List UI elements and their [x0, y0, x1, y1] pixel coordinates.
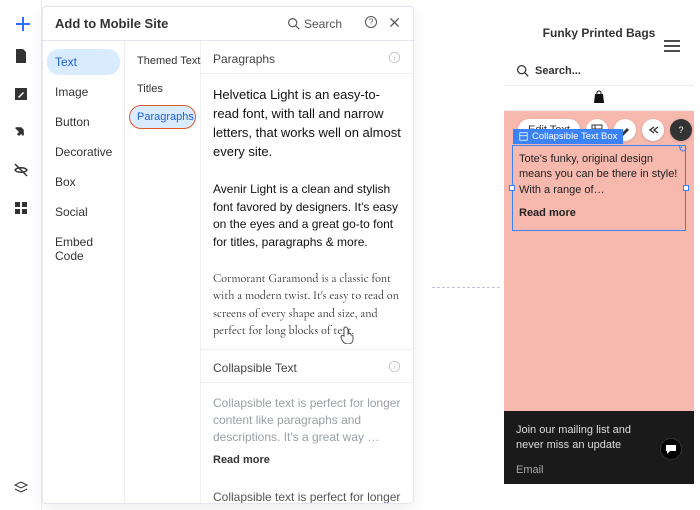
mobile-search[interactable]: Search... [516, 64, 682, 77]
selection-text: Tote's funky, original design means you … [519, 153, 677, 196]
svg-text:i: i [394, 362, 396, 371]
close-icon[interactable] [388, 16, 401, 32]
sample-collapsible-1[interactable]: Collapsible text is perfect for longer c… [201, 383, 413, 477]
category-box[interactable]: Box [47, 169, 120, 195]
section-title-paragraphs: Paragraphs [213, 52, 388, 66]
icon-strip [504, 85, 694, 111]
section-title-collapsible: Collapsible Text [213, 361, 388, 375]
selection-badge: Collapsible Text Box [513, 129, 623, 144]
info-icon[interactable]: i [388, 360, 401, 376]
mobile-header: Funky Printed Bags [504, 0, 694, 46]
guide-line [432, 287, 500, 288]
mobile-footer: Join our mailing list and never miss an … [504, 411, 694, 484]
apps-icon[interactable] [13, 200, 29, 216]
footer-text: Join our mailing list and never miss an … [516, 423, 682, 454]
selection-badge-label: Collapsible Text Box [532, 131, 617, 142]
chat-icon[interactable] [660, 438, 682, 460]
page-icon[interactable] [13, 48, 29, 64]
resize-handle-right[interactable] [683, 185, 689, 191]
svg-text:i: i [394, 53, 396, 62]
add-icon[interactable] [13, 14, 29, 30]
panel-body: Text Image Button Decorative Box Social … [43, 41, 413, 503]
add-panel: Add to Mobile Site Search ? Text Image B… [42, 6, 414, 504]
subcat-themed[interactable]: Themed Text [129, 49, 196, 73]
edit-icon[interactable] [13, 86, 29, 102]
page-section: Edit Text ? Collapsible Text Box Tote's … [504, 111, 694, 411]
selected-element[interactable]: Collapsible Text Box Tote's funky, origi… [512, 145, 686, 231]
panel-search[interactable]: Search [287, 17, 342, 31]
category-button[interactable]: Button [47, 109, 120, 135]
svg-text:?: ? [369, 18, 374, 27]
subcat-titles[interactable]: Titles [129, 77, 196, 101]
section-paragraphs: Paragraphs i [201, 41, 413, 74]
subcategory-list: Themed Text Titles Paragraphs [125, 41, 201, 503]
category-embed[interactable]: Embed Code [47, 229, 120, 269]
sample-text: Collapsible text is perfect for longer c… [213, 396, 400, 445]
email-label: Email [516, 464, 682, 476]
site-title: Funky Printed Bags [514, 26, 684, 40]
selection-readmore: Read more [519, 206, 576, 221]
category-text[interactable]: Text [47, 49, 120, 75]
visibility-off-icon[interactable] [13, 162, 29, 178]
sample-helvetica[interactable]: Helvetica Light is an easy-to-read font,… [201, 74, 413, 169]
info-icon[interactable]: i [388, 51, 401, 67]
category-image[interactable]: Image [47, 79, 120, 105]
panel-header: Add to Mobile Site Search ? [43, 7, 413, 41]
sample-cormorant[interactable]: Cormorant Garamond is a classic font wit… [201, 259, 413, 349]
panel-title: Add to Mobile Site [55, 16, 287, 31]
search-placeholder: Search... [535, 65, 581, 77]
left-tool-rail [0, 0, 42, 510]
sample-collapsible-2[interactable]: Collapsible text is perfect for longer c… [201, 477, 413, 503]
category-social[interactable]: Social [47, 199, 120, 225]
help-icon[interactable]: ? [670, 119, 692, 141]
rotate-handle[interactable] [677, 142, 689, 157]
hamburger-icon[interactable] [664, 40, 680, 55]
help-icon[interactable]: ? [364, 15, 378, 32]
sample-text: Collapsible text is perfect for longer c… [213, 490, 400, 503]
animation-icon[interactable] [642, 119, 664, 141]
resize-handle-left[interactable] [509, 185, 515, 191]
category-decorative[interactable]: Decorative [47, 139, 120, 165]
bag-icon[interactable] [593, 90, 605, 107]
section-collapsible: Collapsible Text i [201, 349, 413, 383]
panel-search-label: Search [304, 17, 342, 31]
layers-icon[interactable] [13, 480, 29, 496]
sample-avenir[interactable]: Avenir Light is a clean and stylish font… [201, 169, 413, 259]
mobile-preview: Funky Printed Bags Search... Edit Text ?… [504, 0, 694, 510]
sample-list: Paragraphs i Helvetica Light is an easy-… [201, 41, 413, 503]
selection-content: Tote's funky, original design means you … [513, 146, 685, 230]
svg-text:?: ? [678, 125, 683, 135]
settings-icon[interactable] [13, 124, 29, 140]
read-more-link: Read more [213, 453, 270, 469]
subcat-paragraphs[interactable]: Paragraphs [129, 105, 196, 129]
category-list: Text Image Button Decorative Box Social … [43, 41, 125, 503]
